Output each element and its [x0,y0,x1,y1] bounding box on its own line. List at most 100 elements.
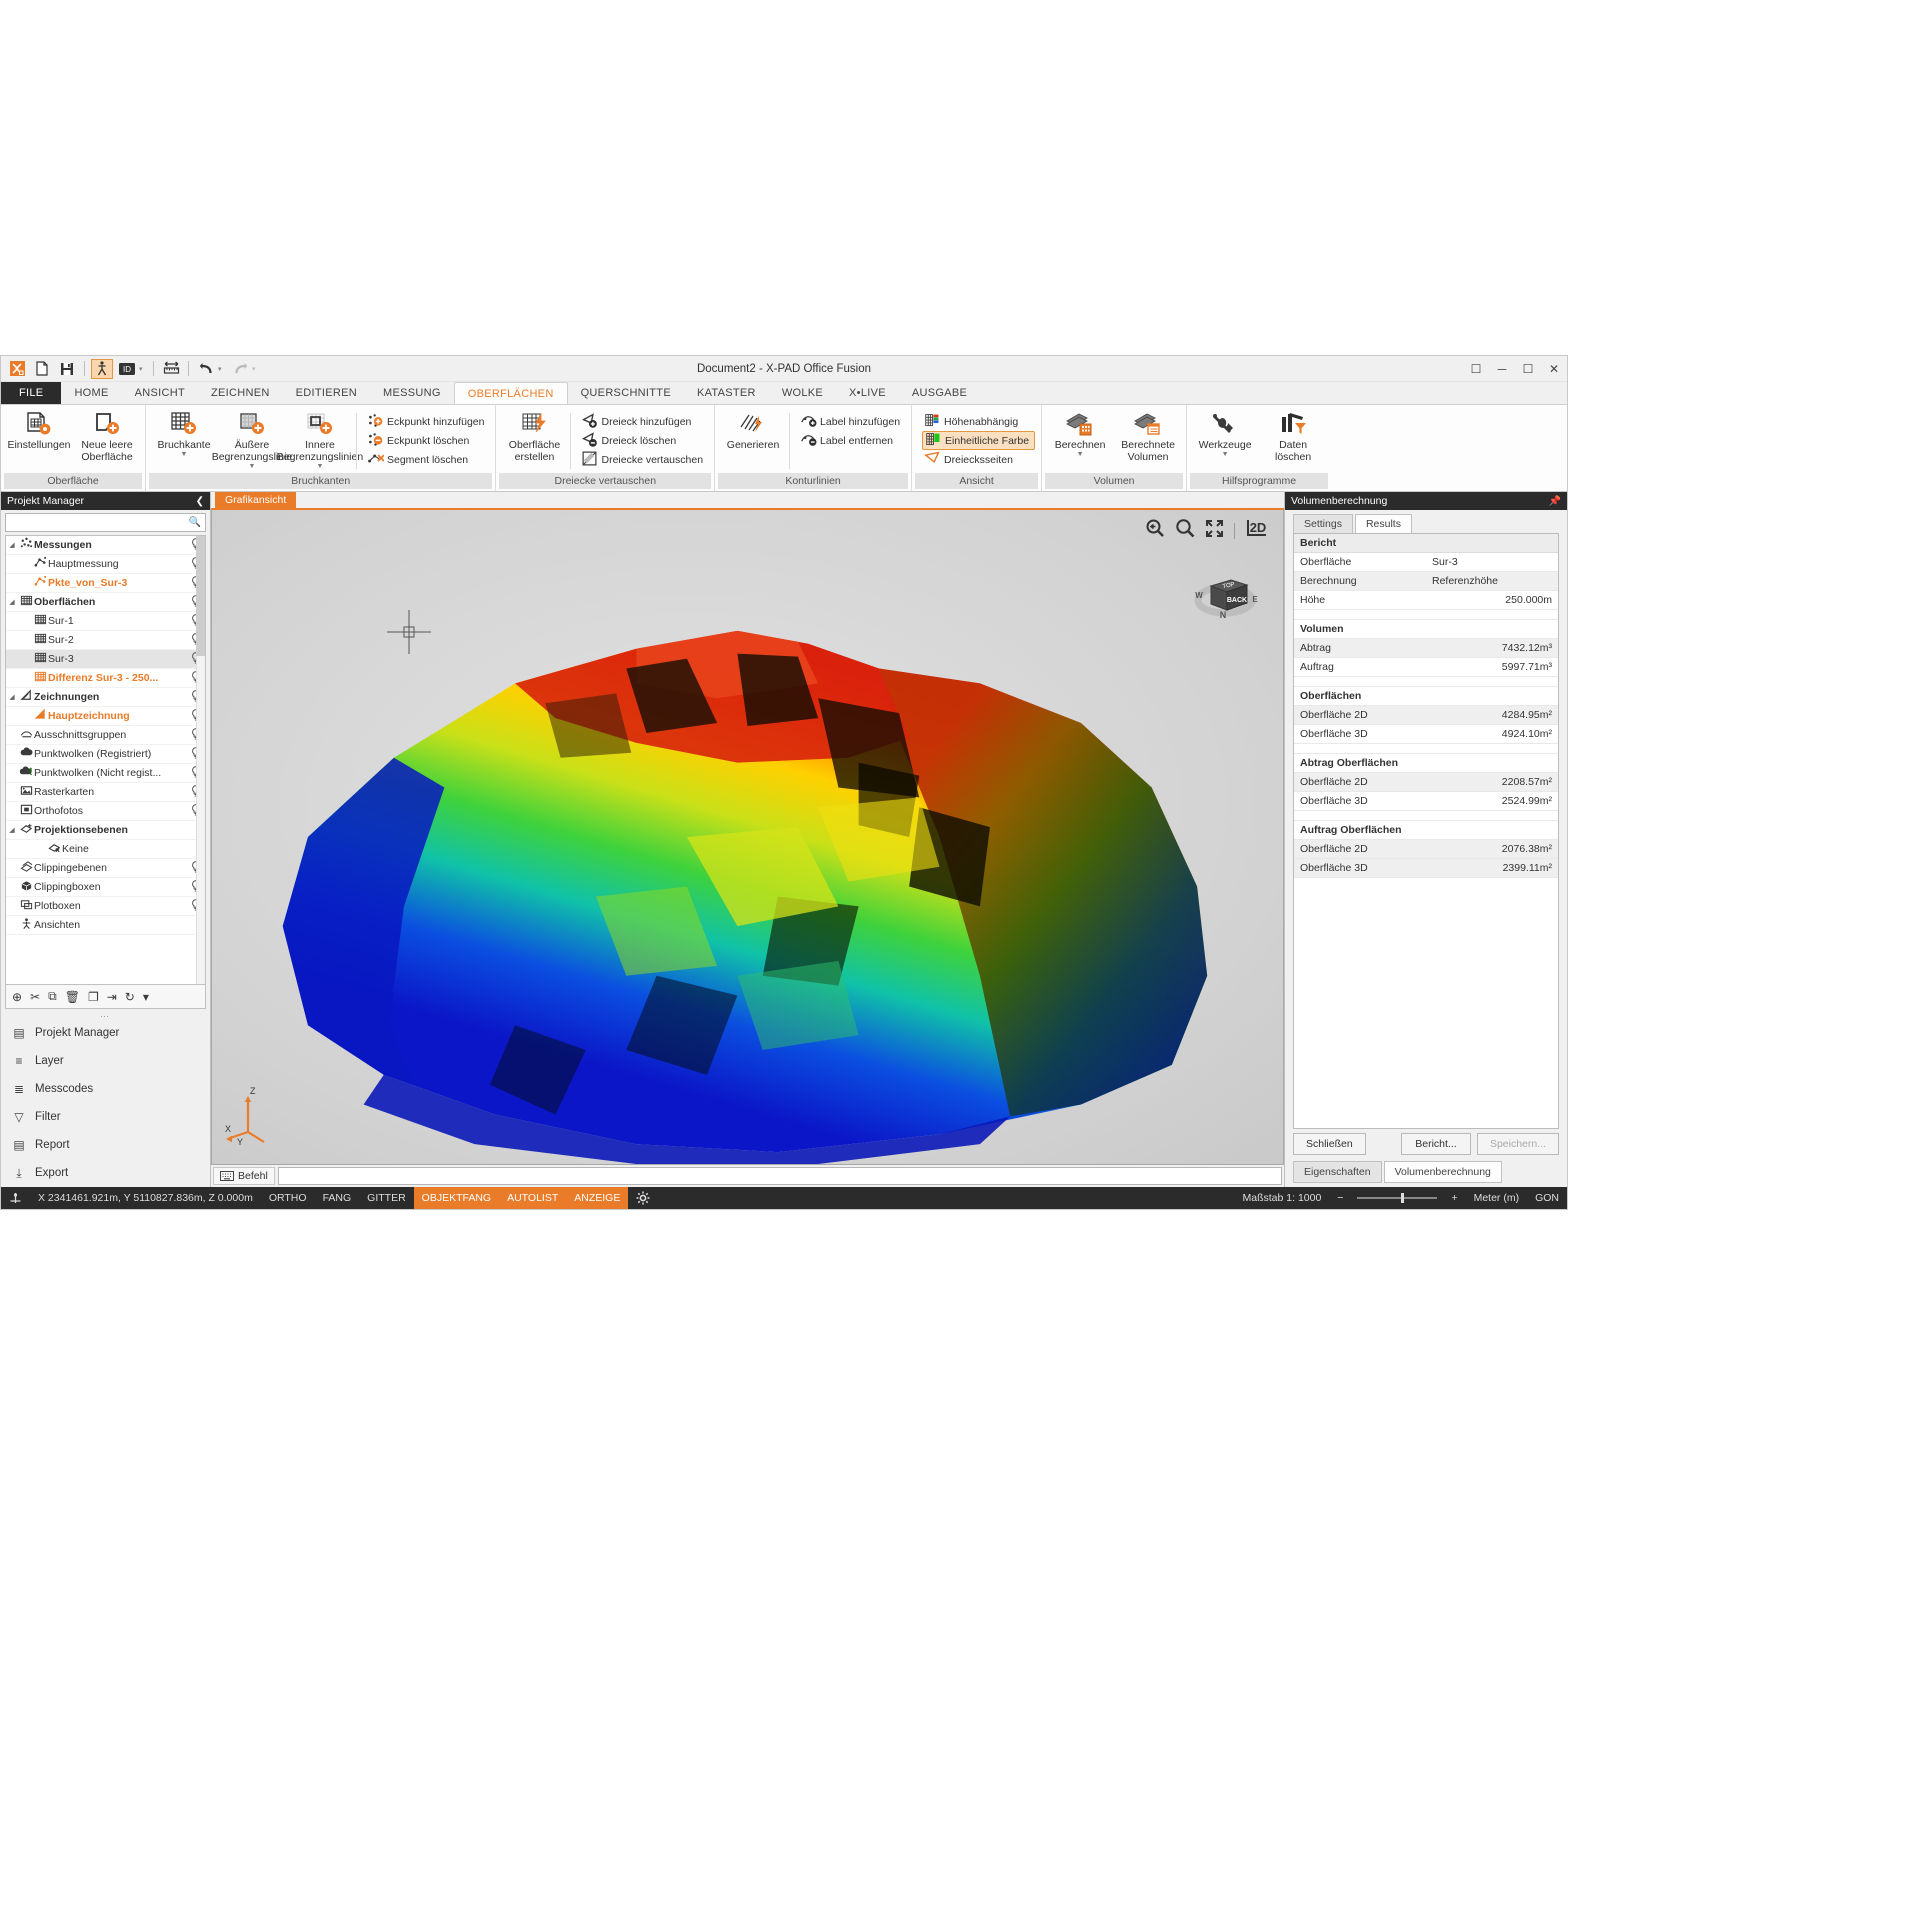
nav-item-report[interactable]: ▤ Report [1,1131,210,1159]
tree-item-projektionsebenen[interactable]: ◢ Projektionsebenen [6,821,205,840]
ribbon-item-dreieck-hinzufügen[interactable]: Dreieck hinzufügen [579,412,708,431]
zoom-icon[interactable] [1175,518,1195,543]
undo-dropdown-icon[interactable]: ▾ [218,365,226,373]
table-row[interactable]: Oberfläche 2D 2208.57m² [1294,773,1558,792]
ribbon-button-dropdown-icon[interactable]: ▼ [317,463,324,470]
ribbon-tab-kataster[interactable]: KATASTER [684,382,769,404]
table-row[interactable]: Volumen [1294,620,1558,639]
nav-item-projekt-manager[interactable]: ▤ Projekt Manager [1,1019,210,1047]
copy-item-icon[interactable]: ⧉ [48,989,57,1004]
tree-item-zeichnungen[interactable]: ◢ Zeichnungen [6,688,205,707]
tree-item-messungen[interactable]: ◢ Messungen [6,536,205,555]
nav-item-filter[interactable]: ▽ Filter [1,1103,210,1131]
more-options-icon[interactable]: ▾ [143,990,149,1004]
table-row[interactable]: Auftrag Oberflächen [1294,821,1558,840]
nav-item-layer[interactable]: ≡ Layer [1,1047,210,1075]
ribbon-button-berechnen[interactable]: Berechnen ▼ [1046,409,1114,460]
ribbon-button-daten-löschen[interactable]: Daten löschen [1259,409,1327,465]
measure-icon[interactable] [160,359,182,379]
nav-item-export[interactable]: ⤓ Export [1,1159,210,1187]
table-row[interactable]: Abtrag Oberflächen [1294,754,1558,773]
ribbon-tab-ansicht[interactable]: ANSICHT [122,382,198,404]
tree-item-hauptmessung[interactable]: Hauptmessung [6,555,205,574]
ribbon-item-dreiecksseiten[interactable]: Dreiecksseiten [922,450,1035,469]
pin-panel-icon[interactable]: 📌 [1549,496,1561,507]
ribbon-button-werkzeuge[interactable]: Werkzeuge ▼ [1191,409,1259,460]
status-toggle-objektfang[interactable]: OBJEKTFANG [413,1187,500,1209]
status-toggle-ortho[interactable]: ORTHO [261,1187,315,1209]
app-logo-icon[interactable] [6,359,28,379]
tree-item-pkte-von-sur-3[interactable]: Pkte_von_Sur-3 [6,574,205,593]
zoom-previous-icon[interactable] [1145,518,1165,543]
tree-item-orthofotos[interactable]: Orthofotos [6,802,205,821]
tree-item-rasterkarten[interactable]: Rasterkarten [6,783,205,802]
delete-item-icon[interactable]: 🗑 [65,990,80,1004]
ribbon-item-höhenabhängig[interactable]: Höhenabhängig [922,412,1035,431]
ribbon-button-dropdown-icon[interactable]: ▼ [1077,451,1084,458]
angle-unit-selector[interactable]: GON [1527,1187,1567,1209]
new-document-icon[interactable] [31,359,53,379]
tree-item-sur-1[interactable]: Sur-1 [6,612,205,631]
tree-item-sur-2[interactable]: Sur-2 [6,631,205,650]
ribbon-item-eckpunkt-löschen[interactable]: Eckpunkt löschen [365,431,489,450]
expand-arrow-icon[interactable]: ◢ [6,598,18,606]
expand-arrow-icon[interactable]: ◢ [6,541,18,549]
tree-item-ansichten[interactable]: Ansichten [6,916,205,935]
redo-dropdown-icon[interactable]: ▾ [252,365,260,373]
project-tree[interactable]: ◢ Messungen Hauptmessung Pkte_von_Sur-3 ◢ Obe… [5,535,206,985]
ribbon-item-dreiecke-vertauschen[interactable]: Dreiecke vertauschen [579,450,708,469]
ribbon-tab-editieren[interactable]: EDITIEREN [283,382,370,404]
tree-item-punktwolken-registriert[interactable]: Punktwolken (Registriert) [6,745,205,764]
search-icon[interactable]: 🔍 [189,517,201,528]
tree-item-ausschnittsgruppen[interactable]: Ausschnittsgruppen [6,726,205,745]
maximize-button[interactable]: ☐ [1521,362,1535,376]
ribbon-item-einheitliche-farbe[interactable]: Einheitliche Farbe [922,431,1036,450]
table-row[interactable]: Oberfläche 3D 4924.10m² [1294,725,1558,744]
tree-item-punktwolken-nicht-regist[interactable]: Punktwolken (Nicht regist... [6,764,205,783]
table-row[interactable]: Höhe 250.000m [1294,591,1558,610]
tab-grafikansicht[interactable]: Grafikansicht [215,492,297,508]
status-toggle-fang[interactable]: FANG [315,1187,360,1209]
ribbon-item-dreieck-löschen[interactable]: Dreieck löschen [579,431,708,450]
ribbon-button-innere-begrenzungslinien[interactable]: Innere Begrenzungslinien ▼ [277,409,363,472]
volume-results-table[interactable]: Bericht Oberfläche Sur-3 Berechnung Referen… [1293,533,1559,1129]
table-row[interactable]: Oberfläche Sur-3 [1294,553,1558,572]
ribbon-tab-wolke[interactable]: WOLKE [769,382,836,404]
id-icon[interactable]: ID [116,359,138,379]
panel-tab-results[interactable]: Results [1354,514,1412,533]
tree-item-plotboxen[interactable]: Plotboxen [6,897,205,916]
ribbon-button-bruchkante[interactable]: Bruchkante ▼ [150,409,218,460]
ribbon-item-eckpunkt-hinzufügen[interactable]: Eckpunkt hinzufügen [365,412,489,431]
project-search-input[interactable]: 🔍 [5,513,206,532]
add-item-icon[interactable]: ⊕ [12,990,22,1004]
surveyor-icon[interactable] [91,358,113,379]
ribbon-button-neue-leere-oberfläche[interactable]: Neue leere Oberfläche [73,409,141,465]
bottom-tab-eigenschaften[interactable]: Eigenschaften [1293,1161,1382,1183]
ribbon-options-icon[interactable]: ☐ [1469,362,1483,376]
table-row[interactable]: Oberfläche 2D 4284.95m² [1294,706,1558,725]
status-toggle-autolist[interactable]: AUTOLIST [499,1187,567,1209]
ribbon-item-label-entfernen[interactable]: Label entfernen [798,431,905,450]
import-item-icon[interactable]: ⇥ [107,990,117,1004]
zoom-extents-icon[interactable] [1205,519,1224,543]
redo-icon[interactable] [229,359,251,379]
refresh-item-icon[interactable]: ↻ [125,990,135,1004]
tree-item-clippingboxen[interactable]: Clippingboxen [6,878,205,897]
panel-tab-settings[interactable]: Settings [1293,514,1353,533]
ribbon-tab-x-live[interactable]: X•LIVE [836,382,899,404]
zoom-out-button[interactable]: − [1329,1187,1351,1209]
tree-item-sur-3[interactable]: Sur-3 [6,650,205,669]
ribbon-tab-zeichnen[interactable]: ZEICHNEN [198,382,283,404]
tree-item-hauptzeichnung[interactable]: Hauptzeichnung [6,707,205,726]
tree-scrollbar[interactable] [196,536,205,984]
ribbon-tab-ausgabe[interactable]: AUSGABE [899,382,980,404]
table-row[interactable]: Auftrag 5997.71m³ [1294,658,1558,677]
expand-arrow-icon[interactable]: ◢ [6,693,18,701]
report-button[interactable]: Bericht... [1400,1133,1471,1155]
table-row[interactable]: Oberfläche 3D 2399.11m² [1294,859,1558,878]
nav-item-messcodes[interactable]: ≣ Messcodes [1,1075,210,1103]
tree-item-keine[interactable]: Keine [6,840,205,859]
settings-gear-icon[interactable] [628,1187,658,1209]
view-2d-icon[interactable]: 2D [1245,518,1269,543]
ribbon-button-dropdown-icon[interactable]: ▼ [249,463,256,470]
